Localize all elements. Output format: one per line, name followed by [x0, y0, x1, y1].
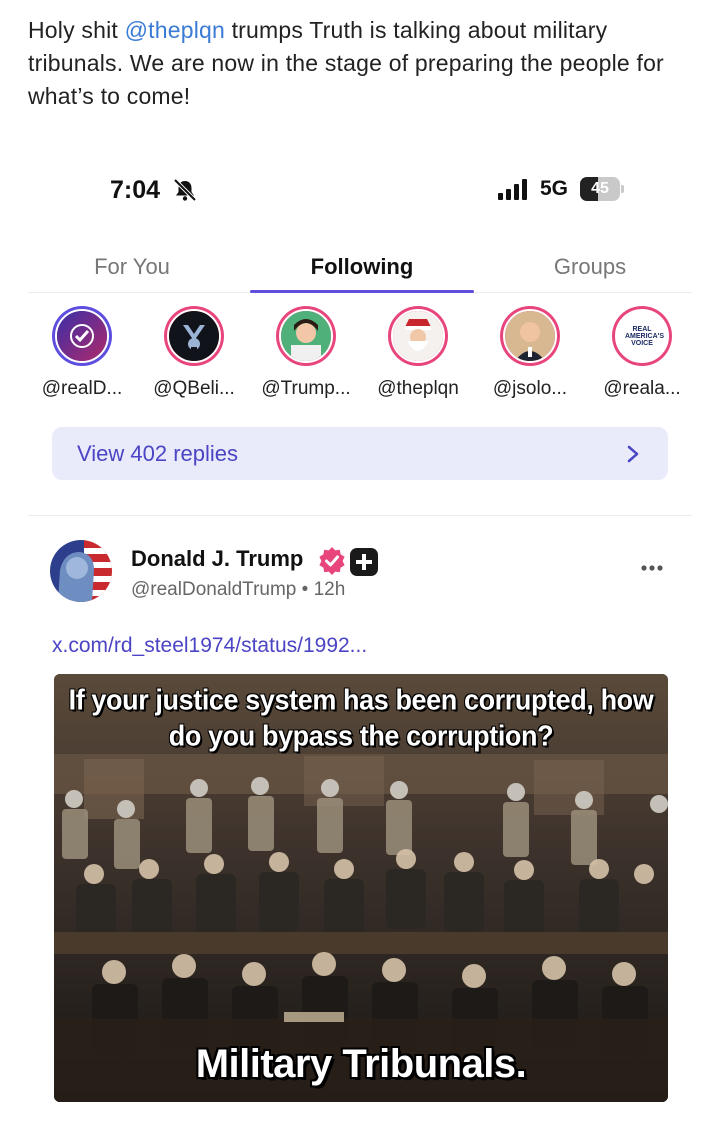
- avatar: [55, 309, 109, 363]
- more-dots-icon[interactable]: [636, 560, 668, 576]
- chevron-right-icon: [627, 445, 639, 463]
- battery-icon: 45: [580, 177, 624, 201]
- avatar-handle: @reala...: [603, 378, 681, 399]
- plus-badge-icon: [350, 548, 378, 576]
- status-time: 7:04: [110, 176, 161, 204]
- following-avatars-row: @realD... @QBeli... @Trump... @theplqn @…: [28, 300, 692, 420]
- active-tab-indicator: [250, 290, 474, 293]
- bell-slash-icon: [173, 178, 197, 202]
- avatar-item[interactable]: @QBeli...: [140, 306, 246, 410]
- signal-bars-icon: [498, 179, 527, 200]
- avatar-item[interactable]: @jsolo...: [476, 306, 582, 410]
- avatar-handle: @theplqn: [377, 378, 459, 399]
- tab-groups[interactable]: Groups: [488, 245, 692, 293]
- real-americas-voice-logo: REAL AMERICA'S VOICE: [625, 325, 664, 347]
- tab-for-you[interactable]: For You: [28, 245, 236, 293]
- avatar-handle: @realD...: [41, 378, 123, 399]
- post-image[interactable]: If your justice system has been corrupte…: [54, 674, 668, 1102]
- caption-mention-link[interactable]: @theplqn: [125, 17, 225, 43]
- avatar-item[interactable]: REAL AMERICA'S VOICE @reala...: [588, 306, 694, 410]
- avatar-item[interactable]: @Trump...: [252, 306, 358, 410]
- avatar: [391, 309, 445, 363]
- battery-level: 45: [591, 180, 609, 197]
- avatar-handle: @jsolo...: [492, 378, 568, 399]
- tab-following[interactable]: Following: [250, 245, 474, 293]
- avatar-item[interactable]: @realD...: [28, 306, 134, 410]
- app-screenshot: 7:04 5G 45 For You Following Groups @rea…: [0, 150, 720, 1122]
- avatar: [167, 309, 221, 363]
- feed-tabs: For You Following Groups: [28, 245, 692, 293]
- avatar: [279, 309, 333, 363]
- image-caption: Military Tribunals.: [195, 1042, 527, 1086]
- image-headline: If your justice system has been corrupte…: [68, 684, 654, 752]
- view-replies-button[interactable]: View 402 replies: [52, 427, 668, 480]
- post-handle-time[interactable]: @realDonaldTrump • 12h: [131, 579, 345, 601]
- caption-text-start: Holy shit: [28, 17, 125, 43]
- network-type: 5G: [540, 177, 569, 200]
- post-author-avatar[interactable]: [50, 540, 112, 602]
- view-replies-label: View 402 replies: [77, 441, 239, 466]
- avatar-handle: @Trump...: [261, 378, 351, 399]
- avatar: [503, 309, 557, 363]
- section-divider: [28, 515, 692, 516]
- tweet-caption: Holy shit @theplqn trumps Truth is talki…: [28, 14, 698, 113]
- avatar-handle: @QBeli...: [153, 378, 235, 399]
- verified-badge-icon: [319, 547, 345, 575]
- avatar: REAL AMERICA'S VOICE: [615, 309, 669, 363]
- post-link[interactable]: x.com/rd_steel1974/status/1992...: [52, 634, 367, 658]
- post-author-name[interactable]: Donald J. Trump: [131, 546, 303, 572]
- status-bar: 7:04 5G 45: [0, 150, 720, 230]
- avatar-item[interactable]: @theplqn: [364, 306, 470, 410]
